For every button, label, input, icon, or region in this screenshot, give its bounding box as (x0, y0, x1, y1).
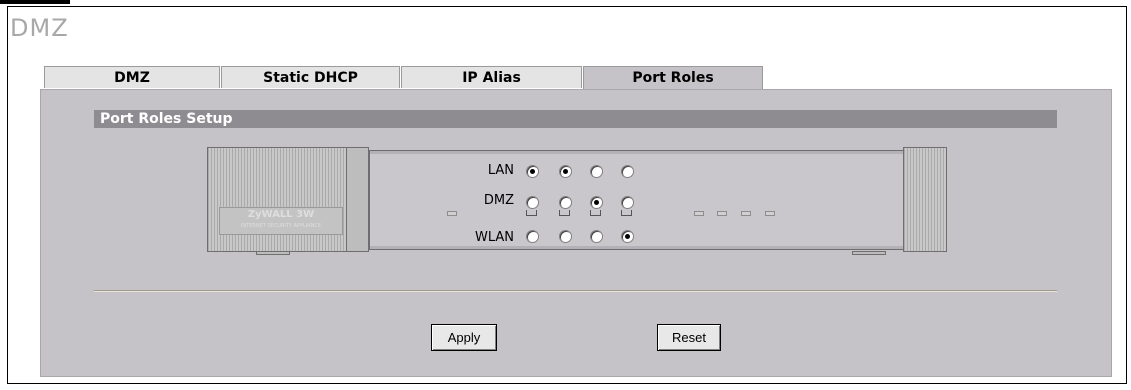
section-header: Port Roles Setup (94, 110, 1057, 128)
row-label-wlan: WLAN (474, 230, 514, 245)
led-indicator (447, 211, 457, 216)
radio-wlan-port-3[interactable] (590, 230, 603, 243)
radio-dmz-port-3[interactable] (590, 196, 603, 209)
tab-bar: DMZ Static DHCP IP Alias Port Roles (44, 66, 764, 89)
radio-wlan-port-2[interactable] (559, 230, 572, 243)
tab-port-roles[interactable]: Port Roles (583, 66, 763, 89)
device-logo-subtext: INTERNET SECURITY APPLIANCE (240, 223, 322, 229)
tab-dmz[interactable]: DMZ (44, 66, 220, 88)
device-left-vent (207, 147, 347, 252)
row-label-lan: LAN (487, 163, 514, 178)
radio-dmz-port-4[interactable] (621, 196, 634, 209)
top-strip (0, 0, 70, 4)
led-indicator (741, 211, 751, 216)
port-bracket (559, 210, 570, 216)
radio-wlan-port-1[interactable] (526, 230, 539, 243)
led-indicator (717, 211, 727, 216)
row-label-dmz: DMZ (483, 193, 514, 208)
radio-lan-port-2[interactable] (559, 165, 572, 178)
page-title: DMZ (10, 14, 69, 42)
radio-lan-port-1[interactable] (526, 165, 539, 178)
device-front-panel (369, 150, 905, 250)
tab-static-dhcp[interactable]: Static DHCP (221, 66, 400, 88)
radio-lan-port-4[interactable] (621, 165, 634, 178)
device-foot-left (256, 251, 290, 255)
port-bracket (526, 210, 537, 216)
radio-dmz-port-2[interactable] (559, 196, 572, 209)
radio-wlan-port-4[interactable] (621, 230, 634, 243)
port-bracket (621, 210, 632, 216)
tab-ip-alias[interactable]: IP Alias (401, 66, 582, 88)
port-bracket (590, 210, 601, 216)
radio-lan-port-3[interactable] (590, 165, 603, 178)
device-logo-text: ZyWALL 3W (247, 209, 315, 220)
apply-button[interactable]: Apply (431, 324, 497, 351)
device-right-vent (903, 147, 947, 252)
radio-dmz-port-1[interactable] (526, 196, 539, 209)
device-left-cap (347, 147, 369, 252)
reset-button[interactable]: Reset (657, 324, 721, 351)
device-foot-right (852, 251, 886, 255)
led-indicator (694, 211, 704, 216)
led-indicator (765, 211, 775, 216)
section-divider (94, 290, 1057, 292)
device-logo-badge: ZyWALL 3W INTERNET SECURITY APPLIANCE (219, 207, 343, 235)
